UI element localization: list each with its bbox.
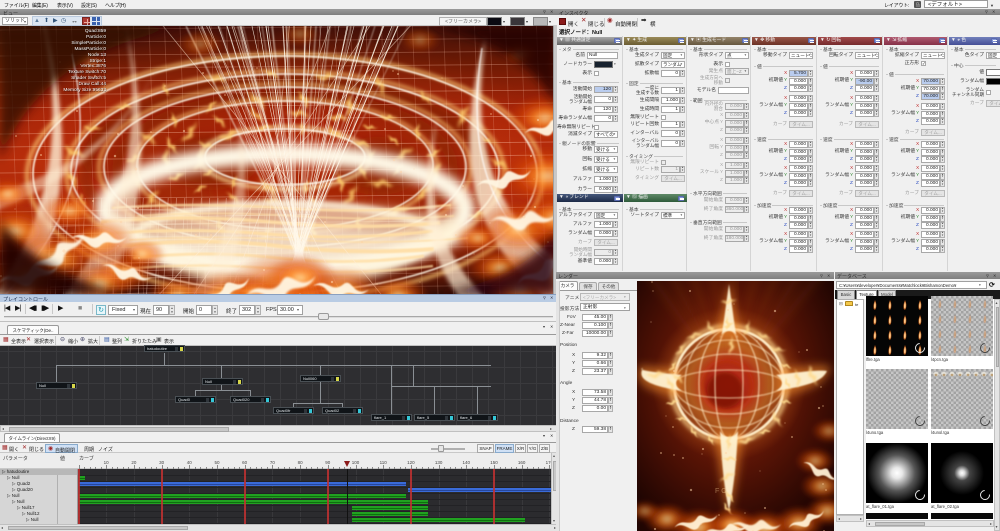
svg-text:F O: F O [715, 488, 727, 495]
